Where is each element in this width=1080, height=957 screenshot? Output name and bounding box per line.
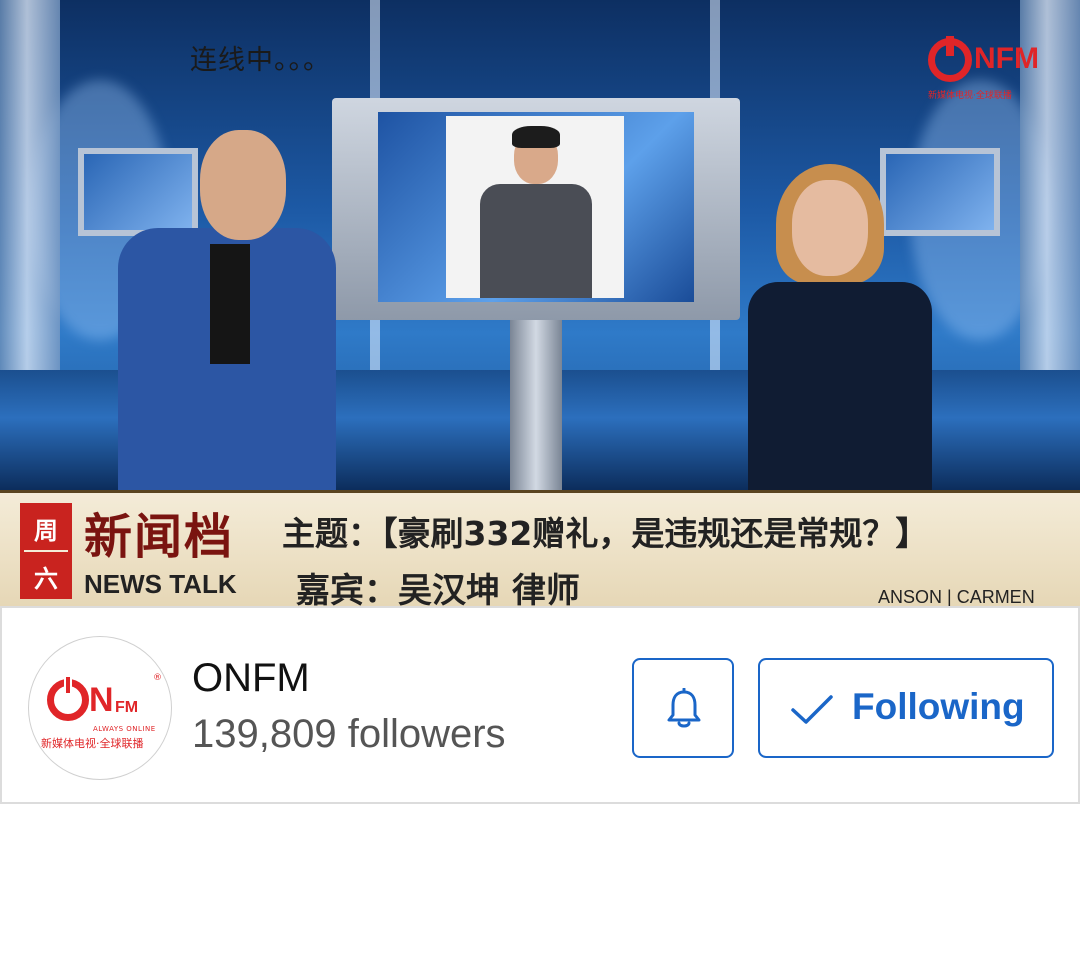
follower-count: 139,809 followers <box>192 712 506 756</box>
corner-logo-subtitle: 新媒体电视·全球联播 <box>928 91 1012 101</box>
host-left-shirt <box>210 244 250 364</box>
day-badge: 周 六 <box>20 503 72 599</box>
power-bar-icon <box>946 36 954 56</box>
video-player[interactable]: 连线中。。。 NFM 新媒体电视·全球联播 周 六 新闻档 NEWS TALK … <box>0 0 1080 606</box>
lower-third-banner: 周 六 新闻档 NEWS TALK 主题：【豪刷332赠礼，是违规还是常规？】 … <box>0 490 1080 606</box>
host-right-head <box>792 180 868 276</box>
program-title-cn: 新闻档 <box>84 509 235 565</box>
corner-logo-text: NFM <box>974 42 1039 75</box>
topic-line: 主题：【豪刷332赠礼，是违规还是常规？】 <box>282 514 929 553</box>
channel-avatar[interactable]: N FM ® ALWAYS ONLINE 新媒体电视·全球联播 <box>28 636 172 780</box>
registered-mark: ® <box>153 673 162 683</box>
onfm-corner-logo: NFM 新媒体电视·全球联播 <box>928 36 1044 106</box>
side-screen-left <box>78 148 198 236</box>
power-bar-icon <box>64 675 72 695</box>
live-status-text: 连线中。。。 <box>190 45 331 76</box>
guest-photo <box>446 116 624 298</box>
host-right-figure <box>748 282 932 490</box>
avatar-tagline: 新媒体电视·全球联播 <box>41 737 144 750</box>
guest-figure-body <box>480 184 592 298</box>
channel-name[interactable]: ONFM <box>192 656 310 701</box>
side-screen-right <box>880 148 1000 236</box>
day-badge-divider <box>24 550 68 552</box>
center-monitor <box>332 98 740 320</box>
following-button[interactable]: Following <box>758 658 1054 758</box>
avatar-logo-n: N <box>89 681 114 719</box>
avatar-logo-fm: FM <box>115 699 139 716</box>
guest-figure-hair <box>512 126 560 148</box>
check-icon <box>791 695 833 724</box>
guest-line: 嘉宾：吴汉坤 律师 <box>296 571 580 606</box>
hosts-credit: ANSON | CARMEN <box>878 587 1035 606</box>
avatar-always-online: ALWAYS ONLINE <box>93 725 156 733</box>
center-screen <box>378 112 694 302</box>
following-label: Following <box>852 686 1025 727</box>
host-left-head <box>200 130 286 240</box>
day-badge-top: 周 <box>34 517 58 545</box>
notification-bell-button[interactable] <box>632 658 734 758</box>
bell-icon <box>667 688 701 728</box>
monitor-stand <box>510 320 562 490</box>
channel-card: N FM ® ALWAYS ONLINE 新媒体电视·全球联播 ONFM 139… <box>0 606 1080 804</box>
program-title-en: NEWS TALK <box>84 569 237 599</box>
day-badge-bottom: 六 <box>34 565 58 593</box>
